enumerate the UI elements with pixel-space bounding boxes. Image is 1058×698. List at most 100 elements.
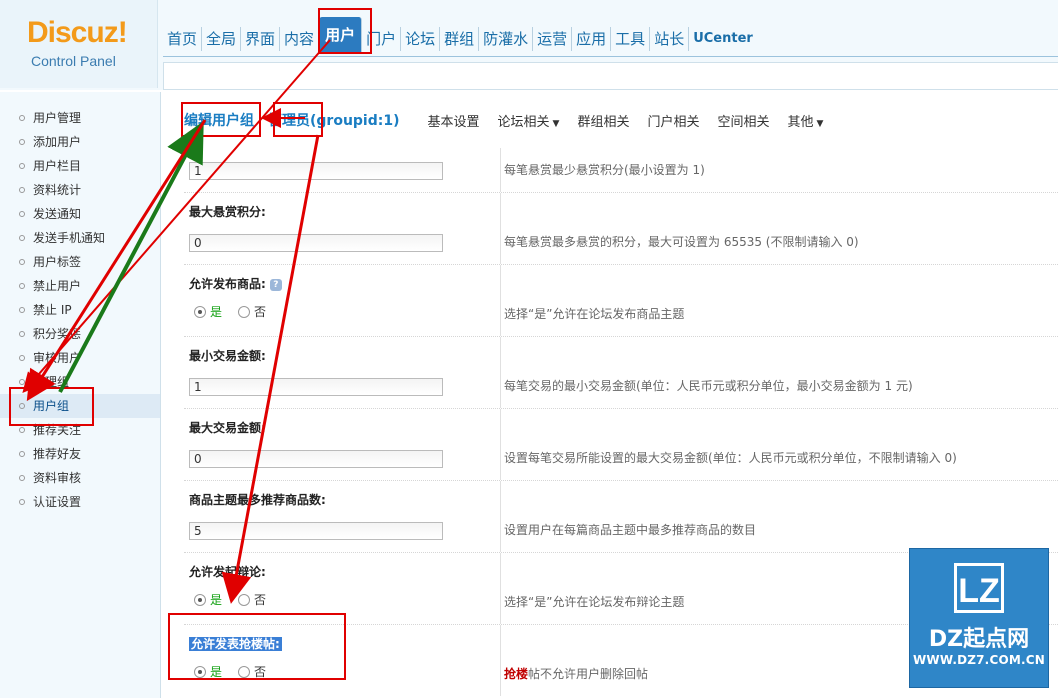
sidebar-item-recommend-friends[interactable]: 推荐好友 [0,442,160,466]
sidebar-item-send-notice[interactable]: 发送通知 [0,202,160,226]
setting-label-text: 允许发布商品: [189,277,266,291]
tab-basic-settings[interactable]: 基本设置 [428,111,480,130]
setting-hint: 每笔悬赏最少悬赏积分(最小设置为 1) [504,163,705,177]
caret-down-icon: ▼ [816,118,824,129]
annotation-box-rushreply [168,613,346,680]
radio-yes[interactable] [194,305,206,318]
tab-label: 空间相关 [717,114,770,130]
setting-row-max-trade: 最大交易金额: 0 设置每笔交易所能设置的最大交易金额(单位：人民币元或积分单位… [184,408,1058,480]
badge-logo: LZ [954,563,1004,613]
setting-label: 允许发起辩论: [189,565,266,579]
annotation-box-sidebar-usergroup [9,387,94,426]
setting-hint: 选择“是”允许在论坛发布辩论主题 [504,595,685,609]
header: Discuz! Control Panel 首页 全局 界面 内容 用户 门户 … [0,0,1058,90]
setting-hint: 每笔交易的最小交易金额(单位：人民币元或积分单位，最小交易金额为 1 元) [504,379,913,393]
setting-row-allow-trade: 允许发布商品:? 是 否 选择“是”允许在论坛发布商品主题 [184,264,1058,336]
watermark-badge: LZ DZ起点网 WWW.DZ7.COM.CN [909,548,1049,688]
annotation-box-edit-title [181,102,261,137]
sidebar-item-credits[interactable]: 积分奖惩 [0,322,160,346]
caret-down-icon: ▼ [552,118,560,129]
setting-row-min-reward: 1 每笔悬赏最少悬赏积分(最小设置为 1) [184,148,1058,192]
setting-row-min-trade: 最小交易金额: 1 每笔交易的最小交易金额(单位：人民币元或积分单位，最小交易金… [184,336,1058,408]
nav-home[interactable]: 首页 [163,27,203,51]
tab-space[interactable]: 空间相关 [717,111,769,130]
setting-label: 最大交易金额: [189,421,266,435]
nav-antispam[interactable]: 防灌水 [479,27,534,51]
nav-ucenter[interactable]: UCenter [689,27,757,51]
sidebar-item-user-manage[interactable]: 用户管理 [0,106,160,130]
sidebar-item-profile-stats[interactable]: 资料统计 [0,178,160,202]
annotation-box-admin-title [273,102,323,137]
sidebar-item-send-sms[interactable]: 发送手机通知 [0,226,160,250]
logo-title: Discuz! [27,16,128,49]
tab-label: 其他 [787,114,814,130]
setting-label: 允许发布商品:? [189,275,282,292]
recommend-goods-input[interactable]: 5 [189,522,443,540]
max-reward-input[interactable]: 0 [189,234,443,252]
tab-portal[interactable]: 门户相关 [647,111,699,130]
sidebar-item-verification[interactable]: 认证设置 [0,490,160,514]
min-reward-input[interactable]: 1 [189,162,443,180]
radio-no[interactable] [238,593,251,606]
sidebar-item-profile-review[interactable]: 资料审核 [0,466,160,490]
nav-forum[interactable]: 论坛 [401,27,441,51]
allow-debate-radio-group: 是 否 [194,591,266,608]
nav-apps[interactable]: 应用 [572,27,612,51]
nav-tools[interactable]: 工具 [611,27,651,51]
nav-interface[interactable]: 界面 [241,27,281,51]
radio-label: 是 [210,305,223,319]
nav-group[interactable]: 群组 [440,27,480,51]
sidebar-item-moderate-users[interactable]: 审核用户 [0,346,160,370]
setting-label: 商品主题最多推荐商品数: [189,493,326,507]
max-trade-input[interactable]: 0 [189,450,443,468]
hint-keyword: 抢楼 [504,667,529,681]
logo[interactable]: Discuz! Control Panel [0,0,158,88]
sub-toolbar [163,62,1058,90]
nav-global[interactable]: 全局 [202,27,242,51]
tab-label: 论坛相关 [497,114,550,130]
column-divider [500,193,501,264]
radio-label: 是 [210,593,223,607]
radio-yes[interactable] [194,593,206,606]
sidebar-menu: 用户管理 添加用户 用户栏目 资料统计 发送通知 发送手机通知 用户标签 禁止用… [0,106,160,514]
setting-label: 最小交易金额: [189,349,266,363]
tab-label: 群组相关 [577,114,630,130]
tab-label: 门户相关 [647,114,700,130]
nav-webmaster[interactable]: 站长 [650,27,690,51]
nav-content[interactable]: 内容 [280,27,320,51]
hint-text: 帖不允许用户删除回帖 [528,667,649,681]
sidebar-item-ban-user[interactable]: 禁止用户 [0,274,160,298]
tab-other[interactable]: 其他 ▼ [788,111,824,130]
badge-name: DZ起点网 [928,627,1030,652]
column-divider [500,148,501,192]
logo-subtitle: Control Panel [31,53,116,69]
setting-label: 最大悬赏积分: [189,205,266,219]
setting-hint: 选择“是”允许在论坛发布商品主题 [504,307,685,321]
tab-label: 基本设置 [427,114,480,130]
column-divider [500,337,501,408]
column-divider [500,409,501,480]
setting-hint: 抢楼帖不允许用户删除回帖 [504,665,648,682]
nav-operation[interactable]: 运营 [533,27,573,51]
column-divider [500,481,501,552]
tab-group[interactable]: 群组相关 [577,111,629,130]
radio-no[interactable] [238,305,251,318]
column-divider [500,265,501,336]
min-trade-input[interactable]: 1 [189,378,443,396]
top-navigation: 首页 全局 界面 内容 用户 门户 论坛 群组 防灌水 运营 应用 工具 站长 … [163,17,757,53]
sidebar-item-ban-ip[interactable]: 禁止 IP [0,298,160,322]
setting-hint: 设置用户在每篇商品主题中最多推荐商品的数目 [504,523,757,537]
column-divider [500,553,501,624]
sidebar-item-user-tags[interactable]: 用户标签 [0,250,160,274]
nav-divider [163,56,1058,57]
tab-forum[interactable]: 论坛相关 ▼ [498,111,560,130]
column-divider [500,625,501,696]
help-icon[interactable]: ? [269,278,282,291]
badge-url: WWW.DZ7.COM.CN [912,653,1046,667]
allow-trade-radio-group: 是 否 [194,303,266,320]
sidebar-item-add-user[interactable]: 添加用户 [0,130,160,154]
setting-hint: 设置每笔交易所能设置的最大交易金额(单位：人民币元或积分单位，不限制请输入 0) [504,451,957,465]
sidebar-item-user-fields[interactable]: 用户栏目 [0,154,160,178]
annotation-box-nav-user [318,8,372,54]
setting-row-max-reward: 最大悬赏积分: 0 每笔悬赏最多悬赏的积分，最大可设置为 65535 (不限制请… [184,192,1058,264]
